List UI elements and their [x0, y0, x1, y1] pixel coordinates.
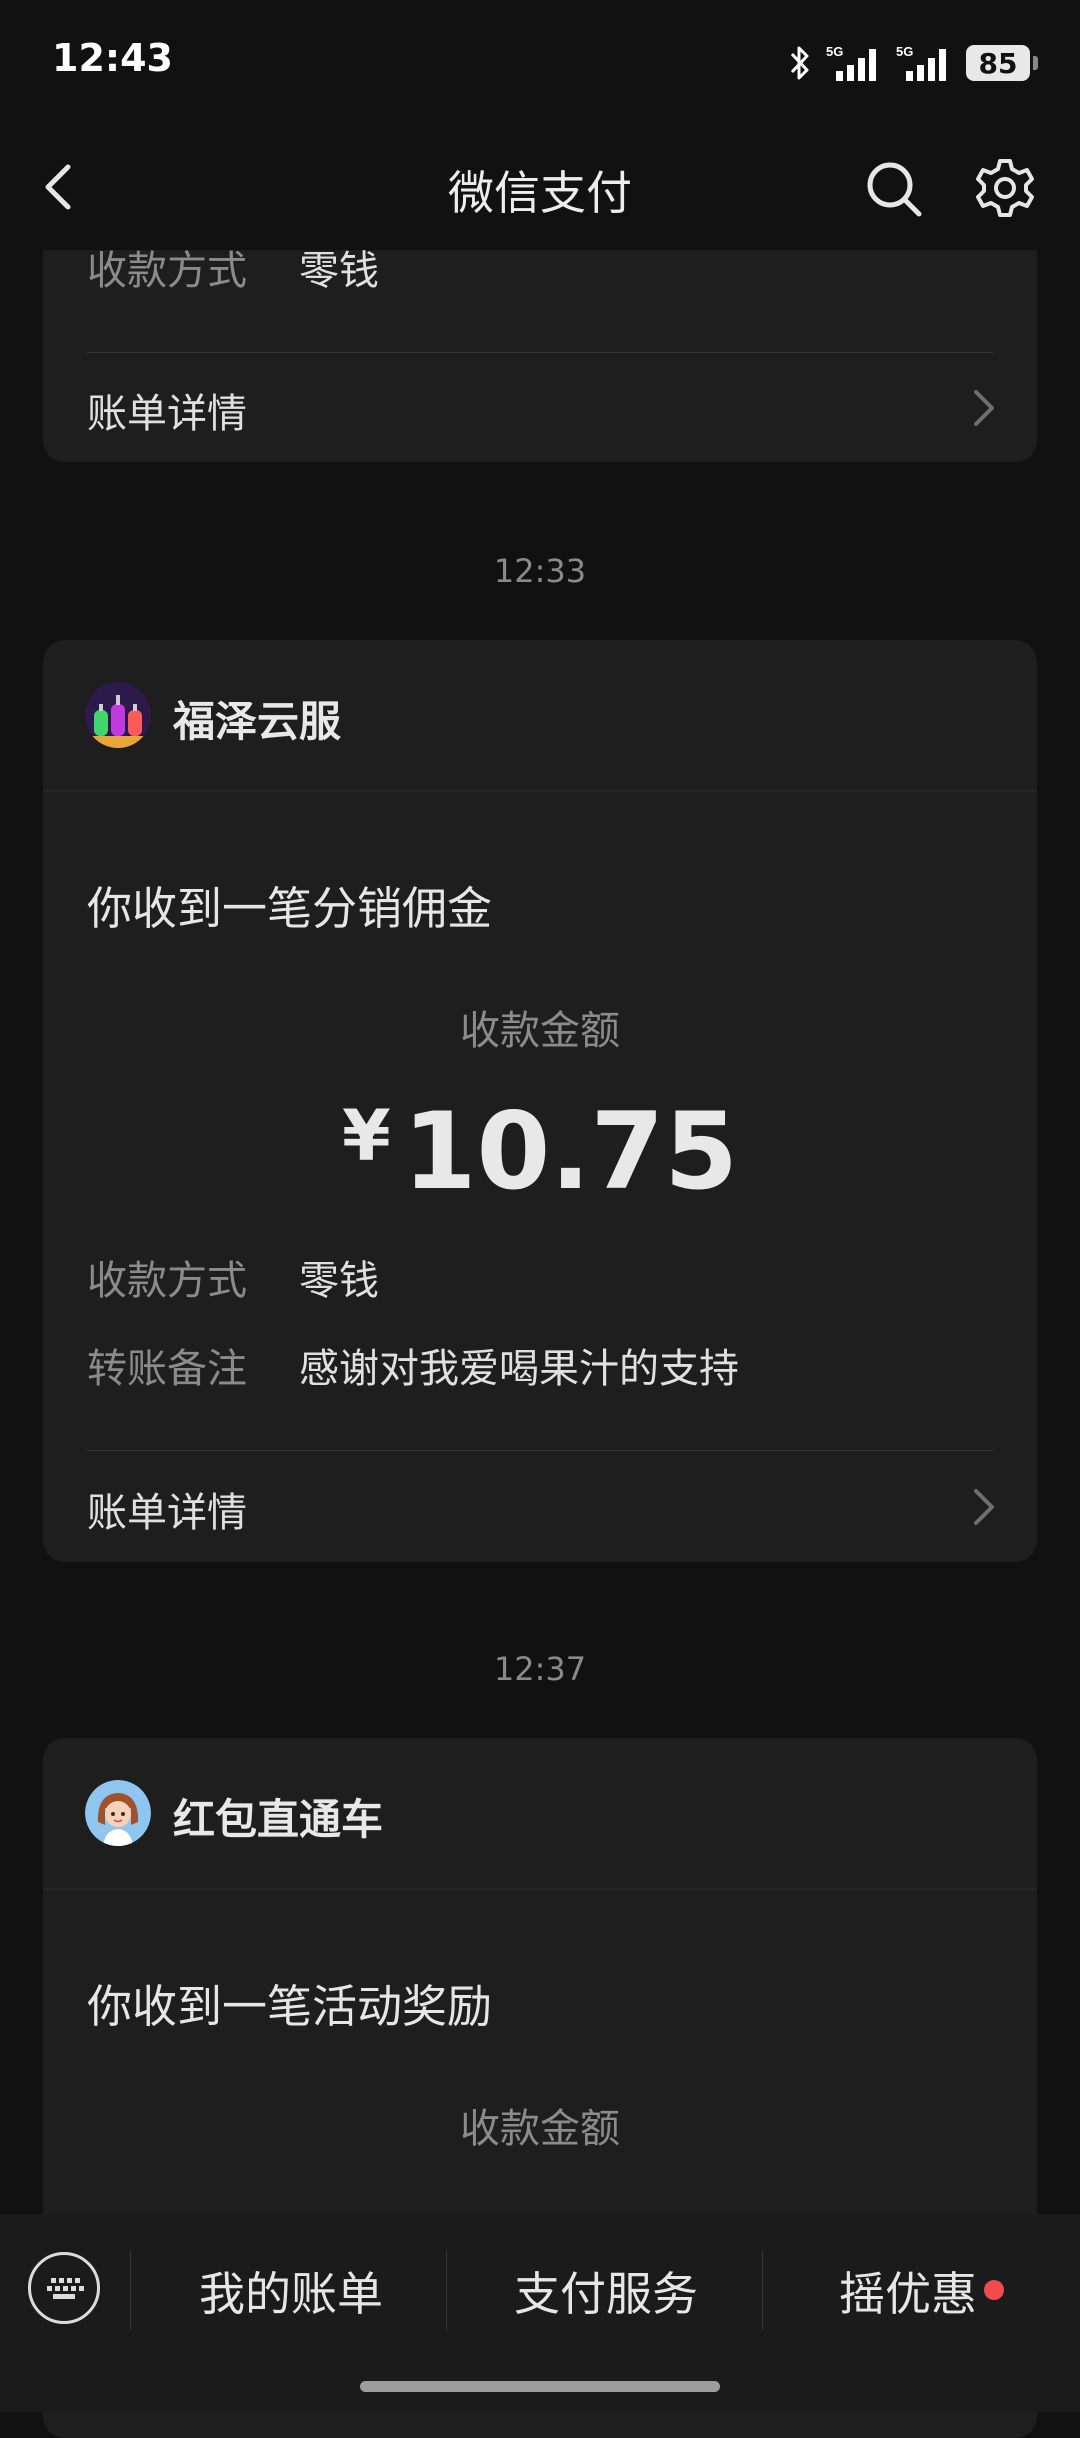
payment-method-label: 收款方式 — [87, 248, 247, 294]
timestamp: 12:33 — [493, 552, 587, 590]
signal-icon-2: 5G — [896, 44, 946, 81]
divider — [87, 1450, 993, 1451]
search-icon[interactable] — [862, 157, 926, 221]
payment-method-label: 收款方式 — [87, 1258, 247, 1304]
amount-value: 10.75 — [402, 1090, 738, 1213]
bill-detail-label: 账单详情 — [87, 1490, 247, 1536]
network-label: 5G — [826, 44, 843, 59]
merchant-avatar — [85, 1780, 151, 1846]
payment-method-value: 零钱 — [299, 1258, 379, 1304]
separator — [130, 2250, 131, 2330]
bottom-menu-bar: 我的账单 支付服务 摇优惠 — [0, 2214, 1080, 2412]
card-header: 福泽云服 — [43, 640, 1037, 792]
notification-headline: 你收到一笔活动奖励 — [87, 1980, 493, 2033]
notification-headline: 你收到一笔分销佣金 — [87, 882, 493, 935]
chevron-right-icon — [974, 1489, 994, 1525]
status-icons: 5G 5G 85 — [788, 38, 1038, 88]
separator — [446, 2250, 447, 2330]
menu-payment-services[interactable]: 支付服务 — [514, 2258, 698, 2324]
network-label-2: 5G — [896, 44, 913, 59]
menu-shake-offers[interactable]: 摇优惠 — [839, 2258, 977, 2324]
nav-bar: 微信支付 — [0, 125, 1080, 250]
notification-dot — [984, 2280, 1004, 2300]
payment-card-commission: 福泽云服 你收到一笔分销佣金 收款金额 ¥10.75 收款方式 零钱 转账备注 … — [43, 640, 1037, 1562]
bill-detail-row[interactable]: 账单详情 — [43, 1452, 1037, 1562]
keyboard-toggle-button[interactable] — [28, 2252, 100, 2324]
amount: ¥10.75 — [43, 1090, 1037, 1213]
merchant-avatar — [85, 682, 151, 748]
menu-my-bills[interactable]: 我的账单 — [199, 2258, 383, 2324]
transfer-note-label: 转账备注 — [87, 1346, 247, 1392]
separator — [762, 2250, 763, 2330]
card-header: 红包直通车 — [43, 1738, 1037, 1890]
keyboard-icon — [47, 2278, 84, 2299]
status-time: 12:43 — [52, 36, 173, 80]
amount-label: 收款金额 — [460, 1008, 620, 1054]
bill-detail-label: 账单详情 — [87, 391, 247, 437]
settings-gear-icon[interactable] — [972, 155, 1038, 221]
bluetooth-icon — [790, 46, 809, 80]
signal-icon: 5G — [826, 44, 876, 81]
chevron-right-icon — [974, 390, 994, 426]
timestamp: 12:37 — [493, 1650, 587, 1688]
transfer-note-value: 感谢对我爱喝果汁的支持 — [299, 1346, 739, 1392]
battery-icon: 85 — [966, 45, 1038, 81]
merchant-name: 福泽云服 — [173, 697, 342, 746]
merchant-name: 红包直通车 — [173, 1795, 384, 1844]
transfer-note-row: 转账备注 感谢对我爱喝果汁的支持 — [87, 1336, 739, 1394]
amount-label: 收款金额 — [460, 2106, 620, 2152]
currency-symbol: ¥ — [341, 1095, 391, 1177]
payment-method-row: 收款方式 零钱 — [87, 1248, 379, 1306]
bill-detail-row[interactable]: 账单详情 — [43, 353, 1037, 462]
home-indicator[interactable] — [360, 2381, 720, 2392]
status-bar: 12:43 5G 5G 85 — [0, 0, 1080, 125]
